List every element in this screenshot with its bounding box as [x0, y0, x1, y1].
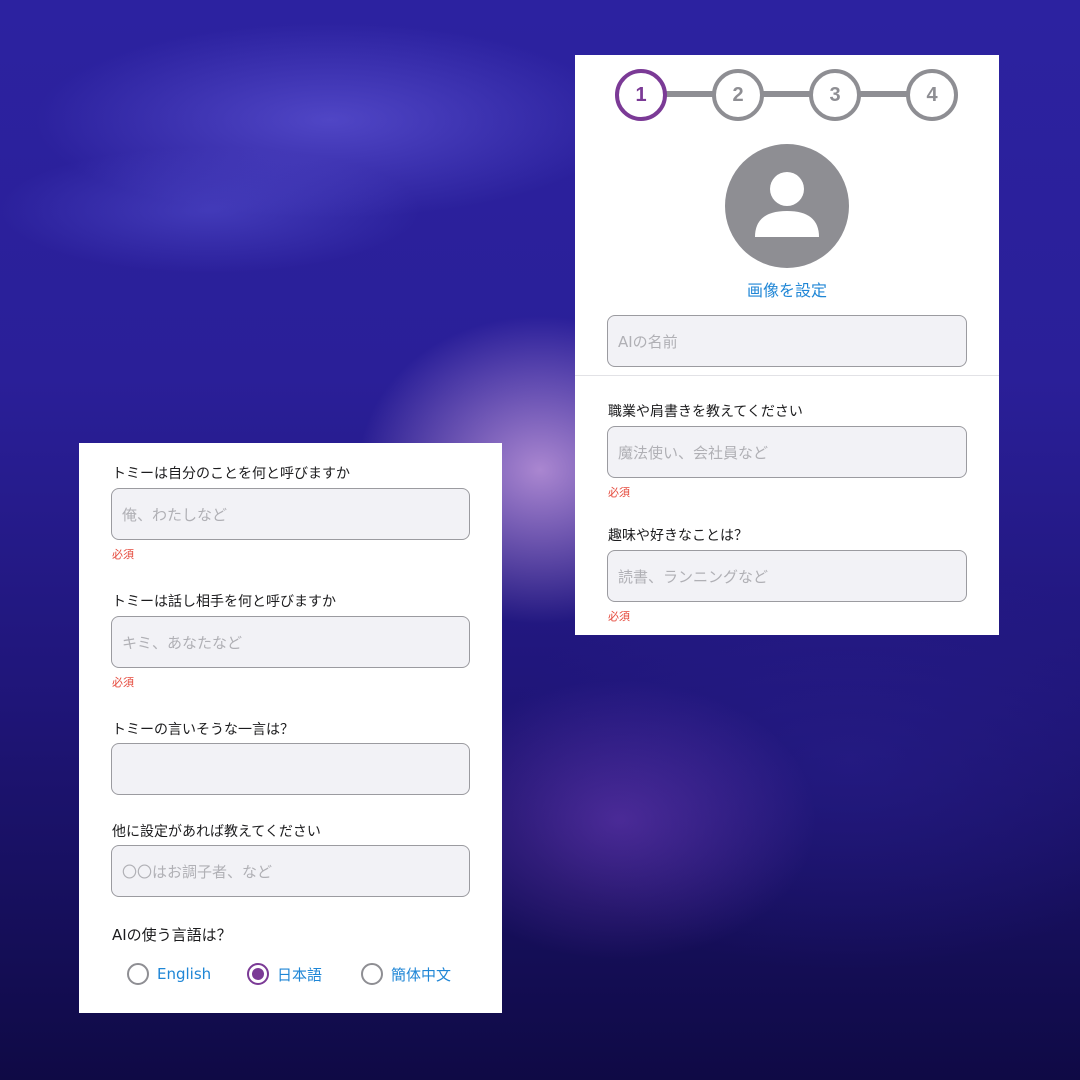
language-option-label: English [157, 965, 212, 983]
set-image-link[interactable]: 画像を設定 [575, 277, 999, 301]
radio-unselected-icon [361, 963, 383, 985]
language-option-label: 簡体中文 [391, 965, 452, 984]
language-option-english[interactable]: English [127, 963, 211, 985]
step-1[interactable]: 1 [615, 69, 667, 121]
step-4[interactable]: 4 [906, 69, 958, 121]
occupation-label: 職業や肩書きを教えてください [608, 404, 803, 420]
other-settings-label: 他に設定があれば教えてください [112, 824, 321, 840]
catchphrase-input[interactable] [111, 743, 470, 795]
radio-unselected-icon [127, 963, 149, 985]
step-connector [758, 91, 814, 97]
divider [575, 375, 999, 376]
ai-name-input[interactable]: AIの名前 [607, 315, 967, 367]
step-3[interactable]: 3 [809, 69, 861, 121]
personality-form-panel: トミーは自分のことを何と呼びますか 俺、わたしなど 必須 トミーは話し相手を何と… [79, 443, 502, 1013]
radio-selected-icon [247, 963, 269, 985]
language-option-chinese[interactable]: 簡体中文 [361, 963, 451, 985]
step-indicator: 1 2 3 4 [615, 68, 959, 121]
hobby-required: 必須 [608, 610, 630, 623]
language-option-label: 日本語 [277, 965, 323, 984]
occupation-input[interactable]: 魔法使い、会社員など [607, 426, 967, 478]
occupation-required: 必須 [608, 486, 630, 499]
step-connector [855, 91, 911, 97]
language-radio-group: English 日本語 簡体中文 [79, 963, 502, 995]
step-2[interactable]: 2 [712, 69, 764, 121]
self-name-required: 必須 [112, 548, 134, 561]
person-silhouette-icon [755, 172, 819, 237]
hobby-label: 趣味や好きなことは？ [608, 528, 748, 544]
self-name-input[interactable]: 俺、わたしなど [111, 488, 470, 540]
self-name-label: トミーは自分のことを何と呼びますか [112, 466, 350, 482]
profile-form-panel: 1 2 3 4 画像を設定 AIの名前 職業や肩書きを教えてください 魔法使い、… [575, 55, 999, 635]
hobby-input[interactable]: 読書、ランニングなど [607, 550, 967, 602]
partner-name-required: 必須 [112, 676, 134, 689]
avatar[interactable] [725, 144, 849, 268]
partner-name-input[interactable]: キミ、あなたなど [111, 616, 470, 668]
partner-name-label: トミーは話し相手を何と呼びますか [112, 594, 336, 610]
other-settings-input[interactable]: 〇〇はお調子者、など [111, 845, 470, 897]
language-label: AIの使う言語は？ [112, 926, 232, 944]
catchphrase-label: トミーの言いそうな一言は？ [112, 722, 294, 738]
language-option-japanese[interactable]: 日本語 [247, 963, 322, 985]
step-connector [661, 91, 717, 97]
